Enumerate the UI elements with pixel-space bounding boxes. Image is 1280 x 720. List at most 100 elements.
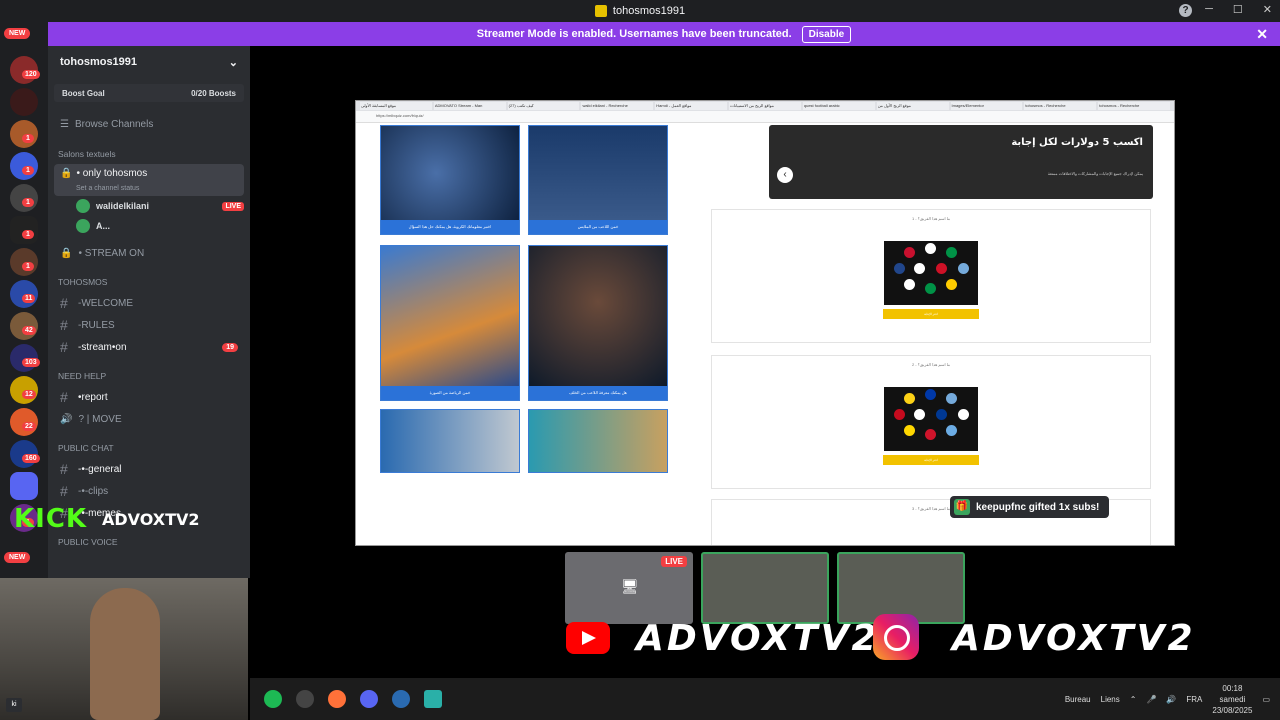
- desktop-toolbar[interactable]: Bureau: [1065, 695, 1091, 704]
- hero-subtitle: يمكن لإدراك جميع الإجابات والمشاركات وال…: [1047, 171, 1143, 176]
- chevron-left-icon[interactable]: ‹: [777, 167, 793, 183]
- boost-goal-label: Boost Goal: [62, 88, 105, 98]
- server-badge: 1: [22, 198, 34, 207]
- gift-notification: 🎁 keepupfnc gifted 1x subs!: [950, 496, 1110, 518]
- hash-icon: #: [60, 339, 68, 355]
- close-window-icon[interactable]: ✕: [1263, 3, 1272, 16]
- browser-tab[interactable]: tohosmos - Recherche: [1024, 102, 1097, 110]
- boost-goal[interactable]: Boost Goal 0/20 Boosts: [54, 84, 244, 102]
- window-titlebar: tohosmos1991 ? ─ ☐ ✕: [0, 0, 1280, 22]
- browser-tab[interactable]: مواقع الربح من الاستبيانات: [729, 102, 801, 110]
- clock-date: 23/08/2025: [1212, 705, 1253, 715]
- hash-icon: #: [60, 461, 68, 477]
- mention-badge: 19: [222, 342, 238, 352]
- quiz-card[interactable]: خمن اللاعب من الملابس: [528, 125, 668, 235]
- voice-user[interactable]: A...: [76, 216, 250, 236]
- voice-user[interactable]: walidelkilani LIVE: [76, 196, 250, 216]
- quiz-card[interactable]: [528, 409, 668, 473]
- category-need-help[interactable]: NEED HELP: [48, 366, 250, 386]
- browser-tab[interactable]: Images/Elementor: [950, 102, 1023, 110]
- category-public-voice[interactable]: PUBLIC VOICE: [48, 532, 250, 552]
- streamer-mode-banner: Streamer Mode is enabled. Usernames have…: [48, 22, 1280, 46]
- channel-label: -stream•on: [78, 341, 127, 353]
- quiz-card[interactable]: هل يمكنك معرفة اللاعب من الخلف: [528, 245, 668, 401]
- language-indicator[interactable]: FRA: [1186, 695, 1202, 704]
- channel-clips[interactable]: # -•-clips: [54, 480, 244, 502]
- live-badge: LIVE: [661, 556, 687, 567]
- channel-report[interactable]: # •report: [54, 386, 244, 408]
- live-badge: LIVE: [222, 201, 244, 211]
- address-bar[interactable]: https://mlbquiz.com/fr/quiz/: [356, 111, 1174, 123]
- channel-status[interactable]: Set a channel status: [76, 185, 139, 192]
- server-badge: 42: [22, 326, 36, 335]
- quiz-caption: خمن اللاعب من الملابس: [529, 220, 667, 234]
- server-icon[interactable]: [10, 472, 38, 500]
- mic-icon[interactable]: 🎤: [1146, 695, 1156, 704]
- channel-move[interactable]: 🔊 ? | MOVE: [54, 408, 244, 430]
- channel-stream-on[interactable]: 🔒 • STREAM ON: [54, 242, 244, 264]
- category-public-chat[interactable]: PUBLIC CHAT: [48, 438, 250, 458]
- question-text: 2 - ما اسم هذا الفريق؟: [911, 362, 951, 367]
- spotify-icon[interactable]: [264, 690, 282, 708]
- browser-tab[interactable]: walid elkilani - Recherche: [581, 102, 654, 110]
- clock[interactable]: 00:18 samedi 23/08/2025: [1212, 683, 1252, 716]
- app-icon[interactable]: [424, 690, 442, 708]
- close-icon[interactable]: ✕: [1256, 26, 1268, 43]
- voice-user-name: walidelkilani: [96, 201, 150, 211]
- server-badge: 12: [22, 390, 36, 399]
- voice-channel-only-tohosmos[interactable]: 🔒 • only tohosmos Set a channel status: [54, 164, 244, 196]
- notification-icon[interactable]: ▭: [1262, 695, 1270, 704]
- discord-icon[interactable]: [360, 690, 378, 708]
- server-badge: 1: [22, 262, 34, 271]
- maximize-icon[interactable]: ☐: [1233, 3, 1243, 16]
- youtube-icon: [566, 622, 610, 654]
- browser-tab[interactable]: Hamdi - مواقع العمل: [655, 102, 728, 110]
- links-toolbar[interactable]: Liens: [1101, 695, 1120, 704]
- browser-tab[interactable]: موقع المسابقة الأولى: [360, 102, 432, 110]
- category-tohosmos[interactable]: TOHOSMOS: [48, 272, 250, 292]
- disable-streamer-mode-button[interactable]: Disable: [801, 25, 852, 43]
- browser-tab[interactable]: ADMOVATO Stream - Man: [433, 102, 506, 110]
- quiz-card[interactable]: [380, 409, 520, 473]
- help-icon[interactable]: ?: [1179, 4, 1192, 17]
- quiz-card[interactable]: اختبر معلوماتك الكروية، هل يمكنك حل هذا …: [380, 125, 520, 235]
- server-badge: 103: [22, 358, 40, 367]
- gift-icon: 🎁: [954, 499, 970, 515]
- channel-label: -•-clips: [78, 485, 109, 497]
- new-badge: NEW: [4, 28, 31, 39]
- category-text-channels[interactable]: Salons textuels: [48, 144, 250, 164]
- browser-tab[interactable]: (27) كيف تكتب: [507, 102, 580, 110]
- channel-sidebar: tohosmos1991 ⌄ Boost Goal 0/20 Boosts ☰ …: [48, 46, 250, 578]
- chevron-up-icon[interactable]: ⌃: [1130, 695, 1137, 704]
- screen-share-tile[interactable]: LIVE 🖥: [565, 552, 693, 624]
- firefox-icon[interactable]: [328, 690, 346, 708]
- speaker-icon: 🔊: [60, 413, 73, 425]
- minimize-icon[interactable]: ─: [1205, 3, 1213, 16]
- quiz-caption: هل يمكنك معرفة اللاعب من الخلف: [529, 386, 667, 400]
- browser-tab[interactable]: quest football arabic: [802, 102, 875, 110]
- kick-channel-name: ADVOXTV2: [102, 510, 200, 529]
- shared-browser-window: موقع المسابقة الأولى ADMOVATO Stream - M…: [355, 100, 1175, 546]
- channel-rules[interactable]: # -RULES: [54, 314, 244, 336]
- guild-header[interactable]: tohosmos1991 ⌄: [48, 46, 250, 78]
- channel-welcome[interactable]: # -WELCOME: [54, 292, 244, 314]
- lock-icon: 🔒: [60, 247, 73, 259]
- flags-image: [884, 387, 978, 451]
- server-icon[interactable]: [10, 88, 38, 116]
- word-icon[interactable]: [392, 690, 410, 708]
- browse-channels[interactable]: ☰ Browse Channels: [48, 112, 250, 136]
- corner-button[interactable]: ki: [6, 698, 22, 712]
- chevron-down-icon[interactable]: ⌄: [229, 56, 238, 69]
- channel-general[interactable]: # -•-general: [54, 458, 244, 480]
- server-badge: 22: [22, 422, 36, 431]
- answer-button[interactable]: اختر الإجابة: [883, 309, 979, 319]
- quiz-card[interactable]: خمن الرياضة من الصورة: [380, 245, 520, 401]
- speaker-icon[interactable]: 🔊: [1166, 695, 1176, 704]
- browser-tab[interactable]: tohosmos - Recherche: [1098, 102, 1170, 110]
- camera-tile[interactable]: [701, 552, 829, 624]
- obs-icon[interactable]: [296, 690, 314, 708]
- browser-tab[interactable]: موقع الربح الأول من: [876, 102, 949, 110]
- avatar: [76, 219, 90, 233]
- answer-button[interactable]: اختر الإجابة: [883, 455, 979, 465]
- channel-stream-on-text[interactable]: # -stream•on 19: [54, 336, 244, 358]
